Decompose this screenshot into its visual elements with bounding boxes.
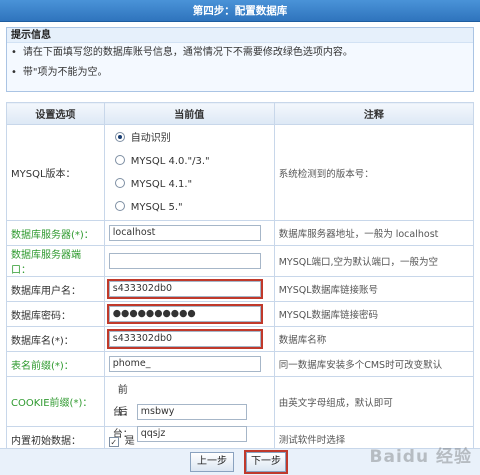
radio-label: MYSQL 4.0."/3."	[130, 155, 210, 167]
db-name-label: 数据库名(*)：	[6, 326, 105, 352]
button-bar: 上一步 下一步	[0, 448, 480, 475]
table-row-table-prefix: 表名前缀(*)： phome_ 同一数据库安装多个CMS时可改变默认	[6, 351, 475, 377]
next-step-button[interactable]: 下一步	[246, 452, 286, 472]
radio-label: MYSQL 4.1."	[130, 178, 193, 190]
notice-panel: 提示信息 请在下面填写您的数据库账号信息，通常情况下不需要修改绿色选项内容。 带…	[6, 27, 474, 92]
col-header-value: 当前值	[103, 102, 275, 125]
radio-mysql-40[interactable]: MYSQL 4.0."/3."	[109, 150, 270, 173]
notice-line: 带"项为不能为空。	[11, 63, 473, 83]
mysql-version-options: 自动识别 MYSQL 4.0."/3." MYSQL 4.1." MYSQL 5…	[103, 124, 275, 221]
prev-step-button[interactable]: 上一步	[190, 452, 234, 472]
table-row-db-username: 数据库用户名： s433302db0 MYSQL数据库链接账号	[6, 276, 475, 302]
db-server-note: 数据库服务器地址，一般为 localhost	[273, 220, 475, 246]
builtin-data-checkbox[interactable]: ✓	[108, 436, 119, 447]
cookie-prefix-fields: 前台： msbwy 后台： qqsjz	[103, 376, 275, 442]
builtin-data-checkbox-label: 是	[124, 435, 135, 447]
mysql-version-note: 系统检测到的版本号：	[273, 124, 475, 221]
table-row-db-name: 数据库名(*)： s433302db0 数据库名称	[6, 326, 475, 352]
table-row-cookie-prefix: COOKIE前缀(*)： 前台： msbwy 后台： qqsjz 由英文字母组成，默…	[6, 376, 475, 442]
db-username-label: 数据库用户名：	[6, 276, 105, 302]
radio-selected-icon	[114, 131, 125, 142]
radio-icon	[114, 154, 125, 165]
db-port-input[interactable]	[108, 253, 261, 269]
table-row-db-password: 数据库密码： ●●●●●●●●●● MYSQL数据库链接密码	[6, 301, 475, 327]
table-prefix-label: 表名前缀(*)：	[6, 351, 105, 377]
table-prefix-note: 同一数据库安装多个CMS时可改变默认	[273, 351, 475, 377]
db-username-input[interactable]: s433302db0	[108, 281, 261, 297]
window-title: 第四步：配置数据库	[0, 0, 480, 22]
col-header-option: 设置选项	[6, 102, 105, 125]
notice-line: 请在下面填写您的数据库账号信息，通常情况下不需要修改绿色选项内容。	[11, 43, 473, 63]
cookie-prefix-label: COOKIE前缀(*)：	[6, 376, 105, 427]
db-name-input[interactable]: s433302db0	[108, 331, 261, 347]
db-password-label: 数据库密码：	[6, 301, 105, 327]
notice-heading: 提示信息	[7, 28, 473, 43]
cookie-prefix-note: 由英文字母组成，默认即可	[273, 376, 475, 427]
notice-list: 请在下面填写您的数据库账号信息，通常情况下不需要修改绿色选项内容。 带"项为不能…	[7, 43, 473, 83]
radio-auto-detect[interactable]: 自动识别	[109, 127, 270, 150]
col-header-note: 注释	[273, 102, 475, 125]
radio-mysql-5[interactable]: MYSQL 5."	[109, 196, 270, 219]
db-server-label: 数据库服务器(*)：	[6, 220, 105, 246]
table-row-db-server: 数据库服务器(*)： localhost 数据库服务器地址，一般为 localh…	[6, 220, 475, 246]
db-name-note: 数据库名称	[273, 326, 475, 352]
cookie-back-input[interactable]: qqsjz	[136, 425, 247, 442]
db-port-note: MYSQL端口,空为默认端口，一般为空	[273, 245, 475, 277]
radio-label: 自动识别	[130, 132, 171, 144]
db-port-label: 数据库服务器端口：	[6, 245, 105, 277]
table-row-db-port: 数据库服务器端口： MYSQL端口,空为默认端口，一般为空	[6, 245, 475, 277]
mysql-version-label: MYSQL版本：	[6, 124, 105, 221]
table-row-mysql-version: MYSQL版本： 自动识别 MYSQL 4.0."/3." MYSQL 4.1.…	[6, 124, 475, 221]
db-username-note: MYSQL数据库链接账号	[273, 276, 475, 302]
db-server-input[interactable]: localhost	[108, 225, 261, 241]
radio-icon	[114, 200, 125, 211]
table-prefix-input[interactable]: phome_	[108, 356, 261, 372]
radio-icon	[114, 177, 125, 188]
radio-label: MYSQL 5."	[130, 201, 183, 213]
db-password-note: MYSQL数据库链接密码	[273, 301, 475, 327]
config-table: 设置选项 当前值 注释 MYSQL版本： 自动识别 MYSQL 4.0."/3.…	[6, 102, 475, 452]
radio-mysql-41[interactable]: MYSQL 4.1."	[109, 173, 270, 196]
db-password-input[interactable]: ●●●●●●●●●●	[108, 306, 261, 322]
